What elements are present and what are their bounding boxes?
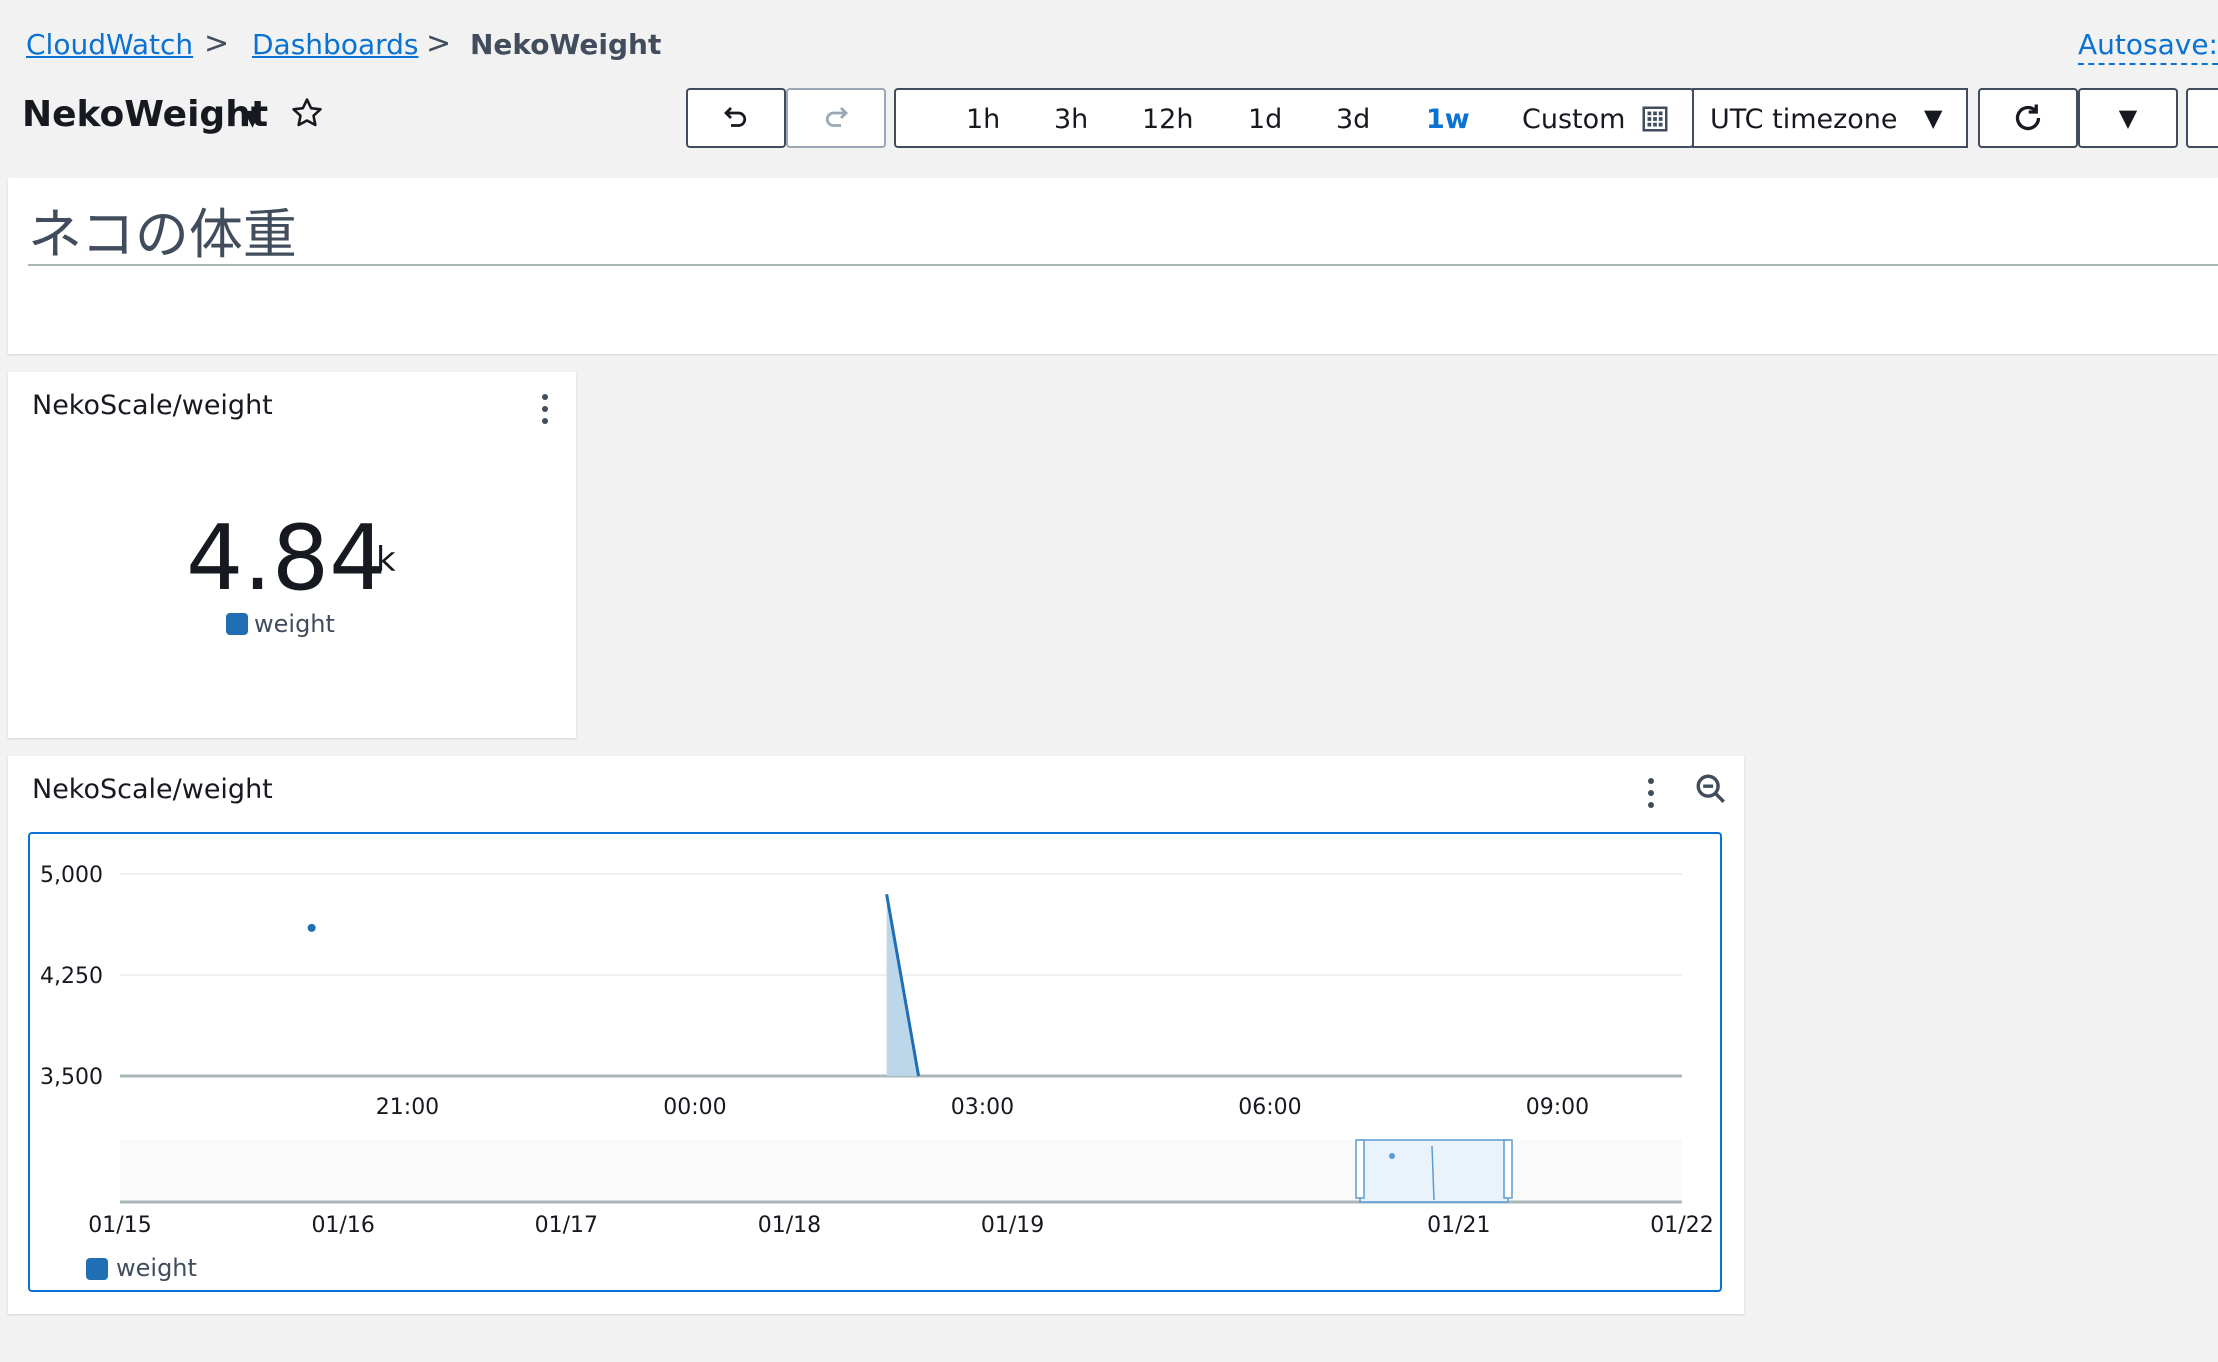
x-tick-label: 00:00 — [663, 1095, 726, 1120]
y-tick-label: 4,250 — [40, 964, 103, 989]
kebab-menu-icon[interactable] — [542, 394, 550, 430]
y-tick-label: 3,500 — [40, 1065, 103, 1090]
time-range-custom[interactable]: Custom — [1522, 104, 1625, 135]
breadcrumb-separator: > — [204, 26, 230, 61]
time-range-1h[interactable]: 1h — [966, 104, 1000, 135]
y-tick-label: 5,000 — [40, 863, 103, 888]
time-range-12h[interactable]: 12h — [1142, 104, 1193, 135]
overview-tick-label: 01/18 — [758, 1213, 821, 1238]
redo-button[interactable] — [786, 88, 886, 148]
star-icon[interactable] — [290, 96, 324, 130]
data-point[interactable] — [307, 923, 316, 932]
legend-swatch — [86, 1258, 108, 1280]
chart-area[interactable]: 5,000 4,250 3,500 21:00 00:00 03:00 06:00 09:0… — [28, 832, 1722, 1292]
legend-swatch — [226, 613, 248, 635]
actions-button[interactable] — [2186, 88, 2218, 148]
timezone-select[interactable]: UTC timezone ▼ — [1692, 88, 1968, 148]
divider — [28, 264, 2218, 266]
x-tick-label: 21:00 — [376, 1095, 439, 1120]
line-chart[interactable]: 5,000 4,250 3,500 21:00 00:00 03:00 06:00 09:0… — [30, 834, 1720, 1290]
refresh-interval-dropdown[interactable]: ▼ — [2078, 88, 2178, 148]
text-widget-heading: ネコの体重 — [28, 203, 297, 266]
time-range-1w[interactable]: 1w — [1426, 104, 1470, 135]
dashboard-title: NekoWeight — [22, 94, 269, 135]
line-widget-title: NekoScale/weight — [32, 774, 273, 805]
overview-tick-label: 01/19 — [981, 1213, 1044, 1238]
time-range-3d[interactable]: 3d — [1336, 104, 1370, 135]
overview-handle-right[interactable] — [1503, 1139, 1513, 1199]
overview-handle-left[interactable] — [1355, 1139, 1365, 1199]
caret-down-icon: ▼ — [2118, 104, 2138, 132]
calendar-icon[interactable] — [1640, 104, 1670, 134]
autosave-toggle[interactable]: Autosave: — [2078, 28, 2218, 65]
legend-label[interactable]: weight — [116, 1254, 197, 1282]
overview-tick-label: 01/22 — [1650, 1213, 1713, 1238]
time-range-selector: 1h 3h 12h 1d 3d 1w Custom — [894, 88, 1694, 148]
kebab-menu-icon[interactable] — [1648, 778, 1656, 814]
overview-tick-label: 01/16 — [311, 1213, 374, 1238]
overview-point — [1389, 1153, 1395, 1159]
undo-icon — [724, 107, 747, 127]
breadcrumb-cloudwatch[interactable]: CloudWatch — [26, 28, 193, 61]
caret-down-icon: ▼ — [1924, 104, 1943, 132]
zoom-out-icon[interactable] — [1694, 772, 1728, 806]
x-tick-label: 09:00 — [1526, 1095, 1589, 1120]
overview-tick-label: 01/15 — [88, 1213, 151, 1238]
time-range-3h[interactable]: 3h — [1054, 104, 1088, 135]
x-tick-label: 03:00 — [951, 1095, 1014, 1120]
refresh-icon — [2015, 104, 2041, 131]
overview-tick-label: 01/17 — [535, 1213, 598, 1238]
undo-button[interactable] — [686, 88, 786, 148]
refresh-button[interactable] — [1978, 88, 2078, 148]
metric-value: 4.84 — [186, 506, 387, 611]
overview-tick-label: 01/21 — [1427, 1213, 1490, 1238]
caret-down-icon[interactable]: ▼ — [244, 106, 261, 131]
timezone-label: UTC timezone — [1710, 104, 1898, 135]
number-widget-title: NekoScale/weight — [32, 390, 273, 421]
text-widget — [8, 178, 2218, 354]
metric-unit: k — [376, 540, 396, 580]
breadcrumb-separator: > — [426, 26, 452, 61]
breadcrumb-current: NekoWeight — [470, 28, 662, 61]
x-tick-label: 06:00 — [1238, 1095, 1301, 1120]
time-range-1d[interactable]: 1d — [1248, 104, 1282, 135]
breadcrumb-dashboards[interactable]: Dashboards — [252, 28, 419, 61]
redo-icon — [825, 107, 848, 127]
legend-label[interactable]: weight — [254, 610, 335, 638]
